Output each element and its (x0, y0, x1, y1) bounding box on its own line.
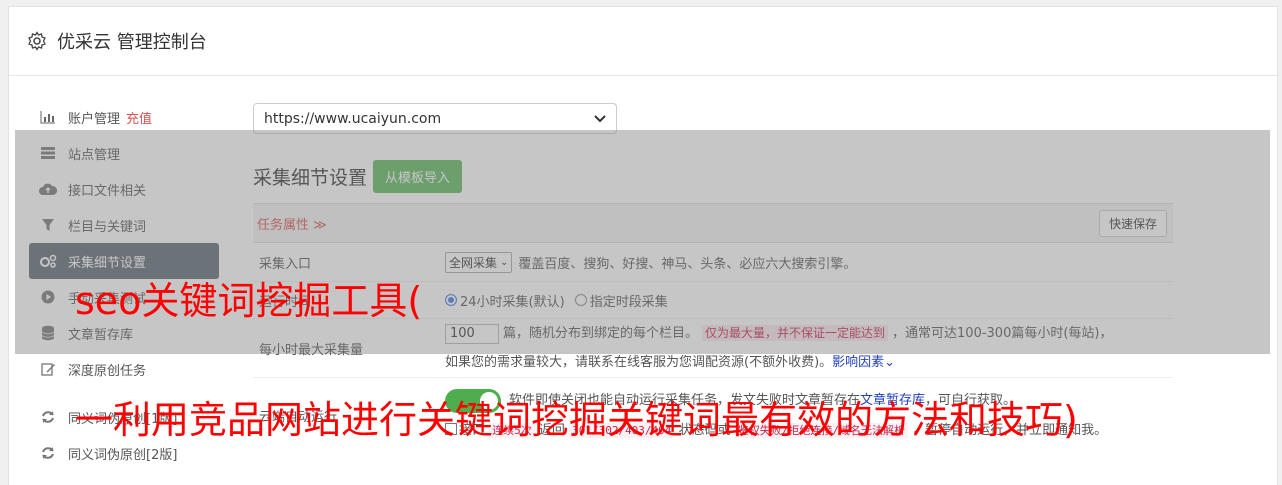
sidebar-item-label: 账户管理 (68, 111, 121, 127)
sidebar-item-label: 深度原创任务 (68, 363, 147, 379)
influence-factors-link[interactable]: 影响因素 (832, 355, 884, 370)
overlay-title-line-2: 一利用竞品网站进行关键词挖掘关键词最有效的方法和技巧) (75, 398, 1078, 442)
recharge-link[interactable]: 充值 (126, 108, 152, 127)
overlay-title-line-1: seo关键词挖掘工具( (75, 279, 423, 323)
bar-chart-icon (39, 109, 57, 125)
page-title: 优采云 管理控制台 (57, 32, 207, 53)
site-url-value: https://www.ucaiyun.com (264, 110, 442, 127)
sidebar-item-label: 同义词伪原创[2版] (68, 447, 178, 463)
gear-icon (28, 31, 46, 51)
page-header: 优采云 管理控制台 (9, 7, 1277, 76)
refresh-icon (39, 409, 57, 425)
edit-icon (39, 361, 57, 377)
chevron-down-icon: ⌄ (884, 355, 896, 370)
max-text-3: 如果您的需求量较大，请联系在线客服为您调配资源(不额外收费)。 (445, 355, 833, 370)
sidebar-item-deep-original[interactable]: 深度原创任务 (29, 351, 219, 387)
chevron-down-icon (594, 114, 606, 122)
refresh-icon (39, 445, 57, 461)
